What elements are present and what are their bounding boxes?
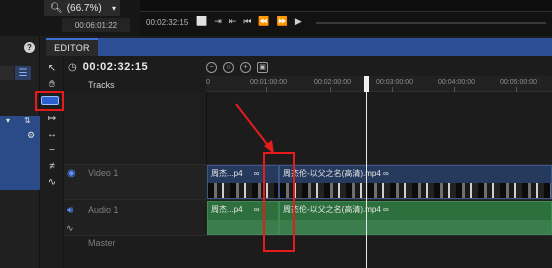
mark-out-icon[interactable]: ⇤ [229,16,237,27]
chevron-down-icon: ▾ [111,3,116,13]
playhead-line[interactable] [366,76,367,268]
audio-clip[interactable]: 周杰伦-以父之名(高清).mp4 ∞ [279,201,552,235]
waveform-icon[interactable]: ∿ [66,223,74,234]
clock-icon: ◷ [68,61,77,73]
timeline-timecode[interactable]: 00:02:32:15 [83,61,148,73]
select-tool-icon[interactable]: ↖ [45,62,59,74]
ripple-tool-icon[interactable]: ≠ [45,160,59,172]
sort-icon[interactable]: ⇅ [24,116,31,125]
audio-waveform [280,220,551,234]
time-ruler[interactable]: 0 00:01:00:00 00:02:00:00 00:03:00:00 00… [206,76,552,92]
curve-tool-icon[interactable]: ∿ [45,176,59,188]
snapshot-icon[interactable]: ▣ [257,61,268,73]
collapse-icon[interactable]: ▾ [6,116,10,125]
ruler-label: 00:05:00:00 [500,79,537,86]
slide-tool-icon[interactable]: − [45,144,59,156]
zoom-out-icon[interactable]: − [206,61,217,73]
zoom-dropdown[interactable]: 🔍︎ (66.7%) ▾ [44,0,120,16]
clip-title: 周杰伦-以父之名(高清).mp4 ∞ [283,205,389,214]
top-left-panel: 🔍︎ (66.7%) ▾ 00:06:01:22 [0,0,140,36]
ruler-label: 0 [206,79,210,86]
tracks-label: Tracks [88,80,115,90]
stretch-tool-icon[interactable]: ↦ [45,112,59,124]
grid-view-button[interactable] [0,66,14,80]
preview-bar [140,0,552,12]
zoom-in-icon[interactable]: + [240,61,251,73]
annotation-arrow-icon [235,103,274,154]
timecode-row: ◷ 00:02:32:15 [64,58,206,76]
mark-in-icon[interactable]: ⇥ [214,16,222,27]
tab-editor[interactable]: EDITOR [46,38,98,56]
preview-controls: 00:02:32:15 ⬜ ⇥ ⇤ ⏮ ⏪ ⏩ ▶ [140,0,552,36]
video-clip[interactable]: 周杰伦-以父之名(高清).mp4 ∞ [279,165,552,199]
list-view-button[interactable]: ☰ [15,66,31,80]
loop-icon[interactable]: ⬜ [196,16,207,27]
clip-title: 周杰伦-以父之名(高清).mp4 ∞ [283,169,389,178]
timeline-tools: ↖ ✋︎ ↦ ↔ − ≠ ∿ [40,36,64,268]
master-track-name: Master [88,238,116,248]
clip-title: 周杰...p4 ∞ [211,169,260,178]
skip-back-icon[interactable]: ⏮ [243,16,251,27]
ruler-controls: − ○ + ▣ [206,58,552,76]
ruler-label: 00:04:00:00 [438,79,475,86]
step-forward-icon[interactable]: ⏩ [277,16,288,27]
editor-tab-strip [98,38,552,56]
master-track-row[interactable] [64,236,552,268]
preview-time: 00:02:32:15 [146,18,189,27]
library-tree[interactable]: ▾ ⇅ ⚙ [0,116,40,190]
speaker-icon[interactable]: 🔊︎ [67,205,73,216]
clip-thumbnails [280,183,551,198]
duration-readout: 00:06:01:22 [62,18,130,32]
clip-title: 周杰...p4 ∞ [211,205,260,214]
ruler-label: 00:03:00:00 [376,79,413,86]
eye-icon[interactable]: ◉ [67,168,76,179]
tool-highlight-box [35,91,64,111]
audio-track-name: Audio 1 [88,205,119,215]
step-back-icon[interactable]: ⏪ [258,16,269,27]
left-panel: ? ☰ ▾ ⇅ ⚙ [0,36,40,268]
split-highlight-box [263,152,295,252]
ruler-label: 00:01:00:00 [250,79,287,86]
playback-buttons: ⬜ ⇥ ⇤ ⏮ ⏪ ⏩ ▶ [196,16,302,27]
video-track-name: Video 1 [88,168,119,178]
preview-scrubber[interactable] [316,22,546,24]
zoom-value: (66.7%) [66,2,102,14]
split-tool-icon[interactable]: ↔ [45,128,59,140]
gear-icon[interactable]: ⚙ [27,130,35,141]
zoom-fit-icon[interactable]: ○ [223,61,234,73]
ruler-label: 00:02:00:00 [314,79,351,86]
play-icon[interactable]: ▶ [295,16,302,27]
search-icon: 🔍︎ [50,2,63,14]
help-icon[interactable]: ? [24,42,35,53]
hand-tool-icon[interactable]: ✋︎ [45,78,59,90]
